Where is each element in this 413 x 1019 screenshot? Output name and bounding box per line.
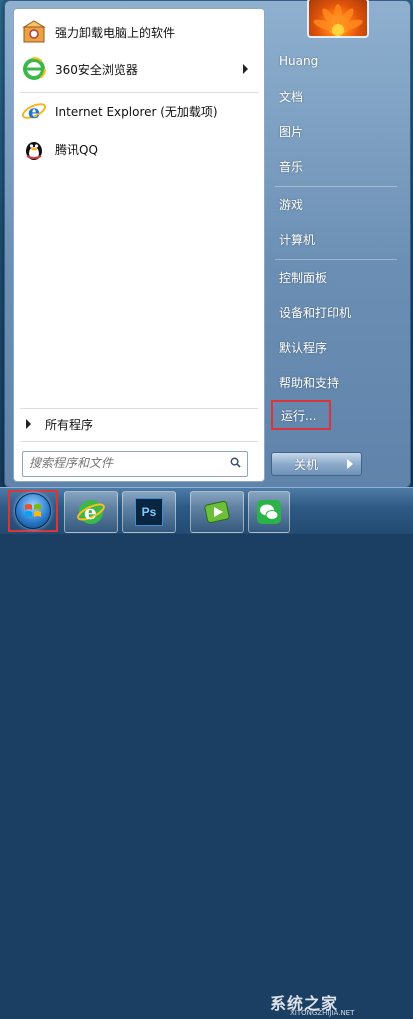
right-item-pictures[interactable]: 图片 [271, 116, 403, 146]
user-account-picture[interactable] [307, 0, 369, 38]
right-item-help-support[interactable]: 帮助和支持 [271, 367, 403, 397]
search-box [22, 451, 248, 477]
flower-icon [313, 4, 363, 36]
svg-text:e: e [84, 500, 97, 524]
taskbar-360-browser[interactable]: e [64, 491, 118, 533]
svg-text:e: e [28, 101, 40, 123]
windows-logo-icon [15, 493, 51, 529]
search-input[interactable] [23, 452, 231, 474]
divider [275, 259, 397, 260]
all-programs-button[interactable]: 所有程序 [20, 411, 258, 437]
right-item-devices-printers[interactable]: 设备和打印机 [271, 297, 403, 327]
right-item-user[interactable]: Huang [271, 46, 403, 76]
watermark-logo: 系统之家 XITONGZHIJIA.NET [270, 985, 410, 1019]
photoshop-icon: Ps [135, 498, 163, 526]
internet-explorer-icon: e [20, 97, 48, 125]
program-internet-explorer[interactable]: e Internet Explorer (无加载项) [20, 93, 256, 129]
shutdown-options-button[interactable] [339, 452, 362, 476]
360-browser-icon [20, 55, 48, 83]
right-item-label: 运行... [281, 408, 317, 423]
program-uninstaller[interactable]: 强力卸载电脑上的软件 [20, 14, 256, 50]
right-item-games[interactable]: 游戏 [271, 189, 403, 219]
right-item-label: Huang [279, 54, 319, 68]
expand-arrow-icon [26, 419, 31, 429]
watermark-subtext: XITONGZHIJIA.NET [290, 1009, 355, 1017]
program-label: Internet Explorer (无加载项) [55, 104, 218, 119]
right-item-label: 帮助和支持 [279, 375, 340, 390]
program-tencent-qq[interactable]: 腾讯QQ [20, 131, 256, 167]
search-icon[interactable] [230, 457, 241, 468]
right-item-label: 默认程序 [279, 340, 328, 355]
shutdown-label: 关机 [293, 457, 318, 472]
right-item-label: 设备和打印机 [279, 305, 352, 320]
uninstall-box-icon [20, 18, 48, 46]
start-menu: 强力卸载电脑上的软件 360安全浏览器 e Internet Explorer … [4, 0, 411, 488]
right-item-label: 文档 [279, 89, 304, 104]
program-label: 强力卸载电脑上的软件 [55, 25, 176, 40]
360-browser-icon: e [77, 500, 105, 524]
right-item-music[interactable]: 音乐 [271, 151, 403, 181]
divider [275, 186, 397, 187]
taskbar-photoshop[interactable]: Ps [122, 491, 176, 533]
right-item-label: 图片 [279, 124, 304, 139]
all-programs-label: 所有程序 [45, 417, 94, 432]
program-label: 360安全浏览器 [55, 62, 138, 77]
wechat-icon [257, 500, 281, 524]
program-label: 腾讯QQ [55, 142, 98, 157]
right-item-run[interactable]: 运行... [271, 400, 331, 430]
taskbar: e Ps 系统之家 XITONGZHIJIA.NET [0, 487, 413, 1017]
right-item-label: 游戏 [279, 197, 304, 212]
program-360-browser[interactable]: 360安全浏览器 [20, 51, 256, 87]
taskbar-media-player[interactable] [190, 491, 244, 533]
right-item-default-programs[interactable]: 默认程序 [271, 332, 403, 362]
divider [20, 408, 258, 409]
shutdown-button[interactable]: 关机 [271, 452, 341, 476]
media-player-icon [204, 500, 230, 524]
start-button[interactable] [8, 490, 58, 532]
right-item-computer[interactable]: 计算机 [271, 224, 403, 254]
taskbar-wechat[interactable] [248, 491, 290, 533]
qq-penguin-icon [20, 135, 48, 163]
submenu-arrow-icon[interactable] [243, 64, 248, 74]
right-item-label: 计算机 [279, 232, 316, 247]
right-item-label: 音乐 [279, 159, 304, 174]
right-item-documents[interactable]: 文档 [271, 81, 403, 111]
divider [20, 441, 258, 442]
right-item-control-panel[interactable]: 控制面板 [271, 262, 403, 292]
right-item-label: 控制面板 [279, 270, 328, 285]
programs-pane: 强力卸载电脑上的软件 360安全浏览器 e Internet Explorer … [13, 8, 265, 482]
